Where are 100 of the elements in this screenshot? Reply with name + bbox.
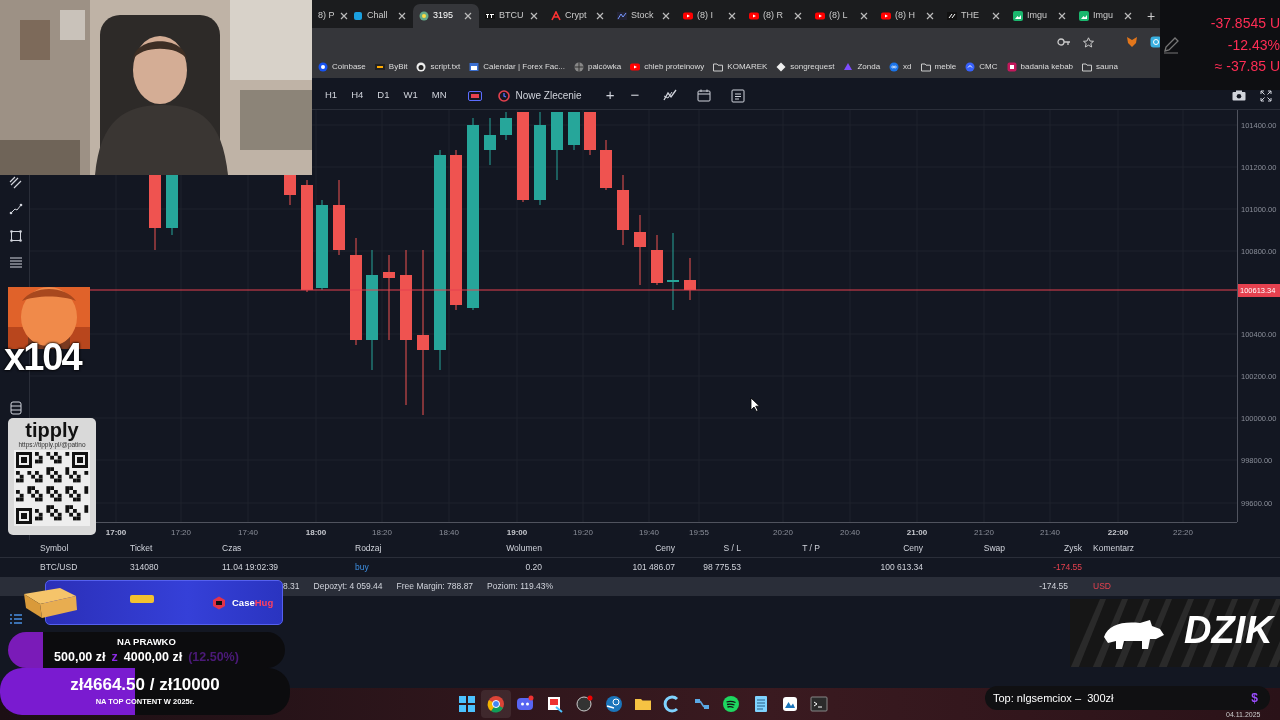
play-icon bbox=[881, 11, 891, 21]
axis-label: 18:40 bbox=[439, 527, 459, 539]
close-icon[interactable] bbox=[727, 11, 737, 21]
snip-icon[interactable] bbox=[545, 695, 564, 713]
axis-label: 19:00 bbox=[506, 527, 528, 539]
close-icon[interactable] bbox=[991, 11, 1001, 21]
close-icon[interactable] bbox=[595, 11, 605, 21]
column-header[interactable]: Rodzaj bbox=[355, 542, 450, 555]
bookmark[interactable]: songrequest bbox=[776, 61, 835, 73]
browser-tab[interactable]: BTCU bbox=[479, 4, 545, 28]
zoom-in-button[interactable]: + bbox=[597, 84, 623, 107]
lines-tool-icon[interactable] bbox=[9, 255, 23, 269]
browser-tab[interactable]: THE bbox=[941, 4, 1007, 28]
zoom-out-button[interactable]: − bbox=[622, 84, 648, 107]
column-header[interactable]: Wolumen bbox=[450, 542, 542, 555]
column-header[interactable]: Zysk bbox=[1005, 542, 1082, 555]
close-icon[interactable] bbox=[859, 11, 869, 21]
logo-text: DZIK bbox=[1184, 610, 1273, 652]
letter-a-icon bbox=[551, 11, 561, 21]
candle bbox=[284, 174, 296, 206]
bookmark[interactable]: sauna bbox=[1082, 61, 1118, 73]
record-icon[interactable] bbox=[575, 695, 594, 713]
axis-label: 21:00 bbox=[906, 527, 928, 539]
start-icon[interactable] bbox=[457, 695, 476, 713]
bookmark[interactable]: KOMAREK bbox=[713, 61, 768, 73]
column-header[interactable]: Ceny bbox=[542, 542, 675, 555]
image-icon bbox=[1079, 11, 1089, 21]
column-header[interactable]: Komentarz bbox=[1082, 542, 1280, 555]
browser-tab[interactable]: Imgu bbox=[1073, 4, 1139, 28]
column-header[interactable]: Ceny bbox=[820, 542, 923, 555]
close-icon[interactable] bbox=[793, 11, 803, 21]
timeframe-button[interactable]: W1 bbox=[396, 88, 425, 103]
bookmark[interactable]: palcówka bbox=[573, 61, 622, 73]
photos-icon[interactable] bbox=[781, 695, 799, 713]
star-icon[interactable] bbox=[1083, 36, 1094, 48]
close-icon[interactable] bbox=[463, 11, 473, 21]
candle bbox=[584, 111, 596, 156]
table-cell-text: 11.04 19:02:39 bbox=[222, 561, 280, 574]
layers-icon[interactable] bbox=[9, 401, 23, 415]
close-icon[interactable] bbox=[925, 11, 935, 21]
play-icon bbox=[815, 11, 825, 21]
extension-icon[interactable] bbox=[1150, 36, 1162, 48]
browser-icon[interactable] bbox=[487, 695, 506, 713]
timeframe-button[interactable]: D1 bbox=[370, 88, 397, 103]
fox-icon[interactable] bbox=[1126, 36, 1138, 48]
bookmark[interactable]: meble bbox=[920, 61, 957, 73]
chat-icon[interactable] bbox=[516, 695, 535, 713]
bookmark[interactable]: CMC bbox=[965, 61, 998, 73]
camera-icon[interactable] bbox=[1232, 90, 1246, 101]
browser-tab[interactable]: (8) L bbox=[809, 4, 875, 28]
browser-tab[interactable]: 8) P bbox=[312, 4, 347, 28]
column-header[interactable]: S / L bbox=[675, 542, 741, 555]
terminal-icon[interactable] bbox=[810, 695, 829, 713]
browser-tab[interactable]: (8) H bbox=[875, 4, 941, 28]
key-icon[interactable] bbox=[1057, 37, 1071, 47]
bookmark[interactable]: chleb proteinowy bbox=[630, 61, 705, 73]
trend-lines-icon[interactable] bbox=[9, 176, 23, 190]
column-header[interactable]: Swap bbox=[923, 542, 1005, 555]
column-header[interactable]: T / P bbox=[741, 542, 820, 555]
browser-tab[interactable]: 3195 bbox=[413, 4, 479, 28]
bookmark[interactable]: Calendar | Forex Fac... bbox=[469, 61, 565, 73]
browser-tab[interactable]: Crypt bbox=[545, 4, 611, 28]
column-header[interactable]: Czas bbox=[222, 542, 355, 555]
candle bbox=[684, 257, 696, 301]
music-icon[interactable] bbox=[722, 695, 741, 713]
column-header[interactable]: Ticket bbox=[130, 542, 222, 555]
close-icon[interactable] bbox=[397, 11, 407, 21]
close-icon[interactable] bbox=[1123, 11, 1133, 21]
close-icon[interactable] bbox=[338, 11, 349, 21]
close-icon[interactable] bbox=[661, 11, 671, 21]
column-header[interactable]: Symbol bbox=[40, 542, 130, 555]
fullscreen-icon[interactable] bbox=[1260, 89, 1272, 102]
rectangle-tool-icon[interactable] bbox=[9, 229, 23, 243]
bookmark[interactable]: script.txt bbox=[416, 61, 461, 73]
bookmark[interactable]: badania kebab bbox=[1006, 61, 1074, 73]
path-tool-icon[interactable] bbox=[9, 202, 23, 216]
new-tab-button[interactable]: + bbox=[1139, 4, 1164, 28]
new-order-button[interactable]: Nowe Zlecenie bbox=[489, 88, 590, 103]
browser-tab[interactable]: (8) R bbox=[743, 4, 809, 28]
timeframe-button[interactable]: H1 bbox=[318, 88, 345, 103]
close-icon[interactable] bbox=[1057, 11, 1067, 21]
pencil-icon bbox=[1162, 36, 1180, 54]
browser-tab[interactable]: Imgu bbox=[1007, 4, 1073, 28]
bookmark[interactable]: Zonda bbox=[843, 61, 881, 73]
currency-label: USD bbox=[1092, 580, 1112, 593]
bookmark[interactable]: ByBit bbox=[374, 61, 408, 73]
indicator-icon[interactable] bbox=[663, 88, 678, 103]
bookmark[interactable]: xd bbox=[889, 61, 912, 73]
browser-tab[interactable]: Stock bbox=[611, 4, 677, 28]
list-icon[interactable] bbox=[731, 88, 746, 103]
table-cell-text: buy bbox=[355, 561, 370, 574]
goal-percent: (12.50%) bbox=[188, 649, 239, 666]
close-icon[interactable] bbox=[529, 11, 539, 21]
site-icon bbox=[843, 62, 854, 72]
browser-tab[interactable]: (8) I bbox=[677, 4, 743, 28]
calendar-icon[interactable] bbox=[697, 88, 712, 103]
browser-tab[interactable]: Chall bbox=[347, 4, 413, 28]
bookmark[interactable]: Coinbase bbox=[318, 61, 366, 73]
timeframe-button[interactable]: MN bbox=[424, 88, 454, 103]
timeframe-button[interactable]: H4 bbox=[344, 88, 371, 103]
